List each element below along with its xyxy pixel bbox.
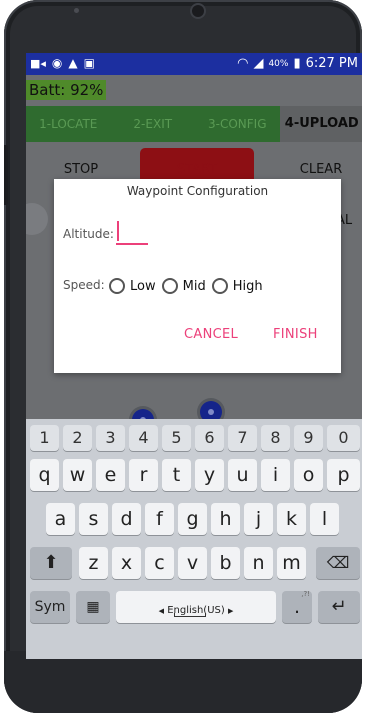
key-b[interactable]: b [211,547,240,579]
letter-row-1: q w e r t y u i o p [26,459,362,493]
radio-circle [211,278,228,294]
finish-button[interactable]: FINISH [273,327,318,342]
signal-icon: ◢ [253,56,264,71]
letter-row-3: ⬆ z x c v b n m ⌫ [26,547,362,581]
wifi-icon: ◠ [237,56,249,71]
key-9[interactable]: 9 [294,425,323,451]
text-cursor [117,221,119,241]
radio-label: Low [130,278,156,294]
speed-label: Speed: [63,278,105,292]
phone-frame: ■◂ ◉ ▲ ▣ ◠ ◢ 40% ▮ 6:27 PM Batt: 92% 1-L… [4,0,362,713]
key-p[interactable]: p [327,459,360,491]
key-f[interactable]: f [145,503,174,535]
shift-icon: ⬆ [43,552,59,573]
altitude-input[interactable] [116,219,148,245]
keyboard-settings-icon: ▦ [86,599,100,615]
key-y[interactable]: y [195,459,224,491]
cancel-button[interactable]: CANCEL [184,327,238,342]
key-o[interactable]: o [294,459,323,491]
warning-icon: ▲ [68,56,78,70]
key-r[interactable]: r [129,459,158,491]
battery-percent: 40% [268,58,289,69]
dialog-title: Waypoint Configuration [126,184,269,198]
key-x[interactable]: x [112,547,141,579]
backspace-icon: ⌫ [326,553,350,572]
key-g[interactable]: g [178,503,207,535]
key-l[interactable]: l [310,503,339,535]
shift-key[interactable]: ⬆ [30,547,72,579]
radio-label: Mid [182,278,206,294]
key-u[interactable]: u [228,459,257,491]
tab-config[interactable]: 3-CONFIG [195,106,280,142]
phone-chin [4,651,362,713]
key-a[interactable]: a [46,503,75,535]
key-t[interactable]: t [162,459,191,491]
video-icon: ■◂ [30,56,46,70]
key-8[interactable]: 8 [261,425,290,451]
key-k[interactable]: k [277,503,306,535]
key-s[interactable]: s [79,503,108,535]
left-arrow-icon: ◀ [158,607,165,615]
key-d[interactable]: d [112,503,141,535]
side-button [4,145,8,205]
keyboard-bottom-row: Sym ▦ ◀ English(US) ▶ . ,?! ↵ [26,590,362,625]
key-i[interactable]: i [261,459,290,491]
backspace-key[interactable]: ⌫ [316,547,360,579]
symbols-key[interactable]: Sym [30,591,70,623]
radio-label: High [232,278,263,294]
battery-icon: ▮ [293,56,301,71]
number-row: 1 2 3 4 5 6 7 8 9 0 [26,425,362,459]
key-n[interactable]: n [244,547,273,579]
period-hint: ,?! [301,590,310,598]
period-key[interactable]: . ,?! [282,590,312,623]
radio-circle [161,278,178,294]
key-c[interactable]: c [145,547,174,579]
key-h[interactable]: h [211,503,240,535]
enter-icon: ↵ [331,596,347,617]
app-screen: ■◂ ◉ ▲ ▣ ◠ ◢ 40% ▮ 6:27 PM Batt: 92% 1-L… [26,53,362,659]
key-v[interactable]: v [178,547,207,579]
clock: 6:27 PM [305,56,358,71]
key-1[interactable]: 1 [30,425,59,451]
speed-radio-high[interactable]: High [211,278,263,294]
soft-keyboard: 1 2 3 4 5 6 7 8 9 0 q w e r t y u i o p … [26,419,362,659]
key-j[interactable]: j [244,503,273,535]
right-arrow-icon: ▶ [227,607,234,615]
drone-battery-label: Batt: 92% [26,80,107,100]
space-bar-icon [174,613,206,617]
speed-radio-low[interactable]: Low [109,278,156,294]
speed-radio-group: Low Mid High [109,278,269,294]
status-bar: ■◂ ◉ ▲ ▣ ◠ ◢ 40% ▮ 6:27 PM [26,53,362,75]
key-0[interactable]: 0 [327,425,360,451]
key-5[interactable]: 5 [162,425,191,451]
enter-key[interactable]: ↵ [318,591,360,623]
speed-radio-mid[interactable]: Mid [161,278,206,294]
key-w[interactable]: w [63,459,92,491]
letter-row-2: a s d f g h j k l [26,503,362,537]
tab-exit[interactable]: 2-EXIT [110,106,195,142]
keyboard-settings-key[interactable]: ▦ [76,591,110,623]
key-6[interactable]: 6 [195,425,224,451]
key-2[interactable]: 2 [63,425,92,451]
screenshot-icon: ▣ [83,56,95,70]
key-3[interactable]: 3 [96,425,125,451]
sensor-dot [74,8,79,13]
altitude-label: Altitude: [63,227,114,241]
key-7[interactable]: 7 [228,425,257,451]
tab-upload[interactable]: 4-UPLOAD [279,106,362,142]
front-camera [192,5,204,17]
tab-bar: 1-LOCATE 2-EXIT 3-CONFIG 4-UPLOAD [26,106,362,142]
space-key[interactable]: ◀ English(US) ▶ [116,591,276,623]
partial-circle-button[interactable] [26,203,48,235]
waypoint-config-dialog: Waypoint Configuration Altitude: Speed: … [54,179,341,373]
key-m[interactable]: m [277,547,306,579]
key-4[interactable]: 4 [129,425,158,451]
tab-locate[interactable]: 1-LOCATE [26,106,111,142]
key-q[interactable]: q [30,459,59,491]
key-z[interactable]: z [79,547,108,579]
key-e[interactable]: e [96,459,125,491]
radio-circle [109,278,125,294]
period-label: . [293,596,301,618]
navigation-icon: ◉ [51,56,63,70]
